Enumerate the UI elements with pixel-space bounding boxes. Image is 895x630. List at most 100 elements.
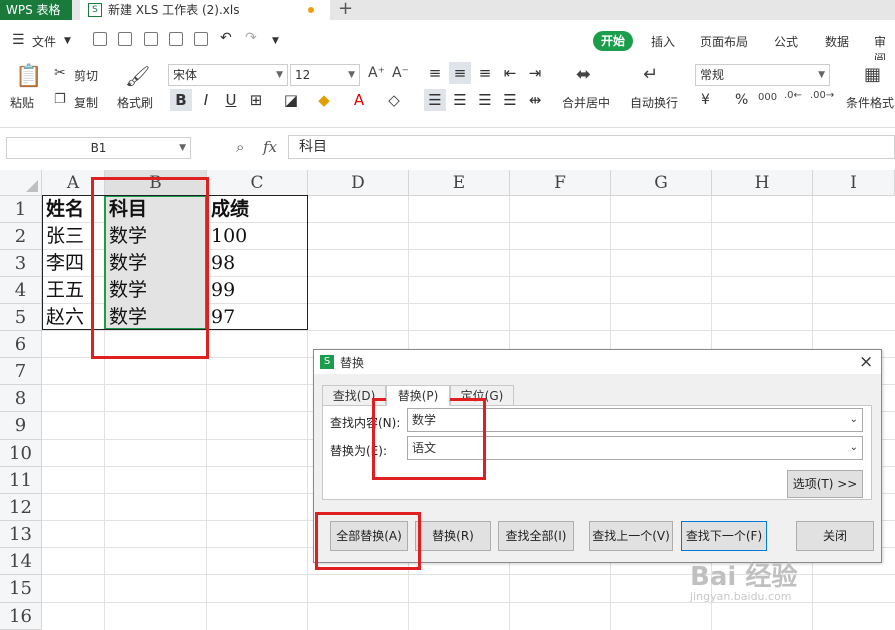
row-header-15[interactable]: 15 (0, 575, 42, 603)
number-format-select[interactable]: 常规 ▼ (695, 64, 830, 86)
customize-toolbar-icon[interactable]: ▼ (272, 36, 279, 46)
row-header-16[interactable]: 16 (0, 603, 42, 630)
app-tab-wps[interactable]: WPS 表格 (0, 0, 72, 20)
decrease-indent-icon[interactable]: ⇤ (499, 62, 521, 84)
select-all-corner[interactable] (0, 170, 42, 196)
conditional-format-button[interactable]: 条件格式 (846, 94, 894, 111)
row-header-4[interactable]: 4 (0, 277, 42, 304)
fill-color-icon[interactable]: ◆ (313, 89, 335, 111)
tab-start[interactable]: 开始 (593, 31, 633, 51)
paste-icon[interactable]: 📋 (15, 64, 42, 89)
column-header-a[interactable]: A (42, 170, 105, 196)
underline-button[interactable]: U (220, 89, 242, 111)
column-header-e[interactable]: E (409, 170, 510, 196)
options-button[interactable]: 选项(T) >> (787, 470, 863, 498)
find-all-button[interactable]: 查找全部(I) (498, 521, 574, 551)
cut-button[interactable]: 剪切 (74, 67, 98, 84)
column-header-f[interactable]: F (510, 170, 611, 196)
replace-input[interactable]: 语文 ⌄ (407, 436, 863, 460)
currency-button[interactable]: ¥ (701, 92, 710, 108)
chevron-down-icon[interactable]: ▼ (64, 36, 71, 46)
chevron-down-icon[interactable]: ⌄ (850, 409, 858, 431)
align-right-icon[interactable]: ☰ (474, 89, 496, 111)
row-header-1[interactable]: 1 (0, 196, 42, 223)
bold-button[interactable]: B (170, 89, 192, 111)
format-painter-icon[interactable]: 🖌 (125, 64, 150, 88)
formula-input[interactable]: 科目 (288, 135, 895, 159)
find-previous-button[interactable]: 查找上一个(V) (589, 521, 673, 551)
cell-c4[interactable]: 99 (207, 277, 308, 304)
replace-button[interactable]: 替换(R) (415, 521, 491, 551)
undo-icon[interactable]: ↶ (220, 30, 232, 46)
cell-b1[interactable]: 科目 (105, 196, 207, 223)
cell-a3[interactable]: 李四 (42, 250, 105, 277)
copy-button[interactable]: 复制 (74, 94, 98, 111)
row-header-12[interactable]: 12 (0, 494, 42, 521)
justify-icon[interactable]: ☰ (499, 89, 521, 111)
document-tab[interactable]: S 新建 XLS 工作表 (2).xls (80, 0, 330, 20)
replace-all-button[interactable]: 全部替换(A) (330, 521, 408, 551)
tab-formulas[interactable]: 公式 (774, 33, 798, 50)
chevron-down-icon[interactable]: ⌄ (850, 437, 858, 459)
tab-insert[interactable]: 插入 (651, 33, 675, 50)
export-icon[interactable] (144, 32, 158, 46)
row-header-6[interactable]: 6 (0, 331, 42, 358)
merge-center-button[interactable]: 合并居中 (562, 94, 610, 111)
close-icon[interactable]: × (859, 352, 873, 372)
column-header-c[interactable]: C (207, 170, 308, 196)
name-box[interactable]: B1 ▼ (6, 137, 191, 159)
merge-center-icon[interactable]: ⬌ (576, 64, 591, 85)
tab-goto[interactable]: 定位(G) (450, 385, 514, 406)
cell-a5[interactable]: 赵六 (42, 304, 105, 331)
tab-data[interactable]: 数据 (825, 33, 849, 50)
save-icon[interactable] (118, 32, 132, 46)
cell-c2[interactable]: 100 (207, 223, 308, 250)
font-size-select[interactable]: 12 ▼ (290, 64, 360, 86)
conditional-format-icon[interactable]: ▦ (864, 64, 881, 85)
row-header-10[interactable]: 10 (0, 440, 42, 467)
column-header-b[interactable]: B (105, 170, 207, 196)
italic-button[interactable]: I (195, 89, 217, 111)
new-tab-button[interactable]: + (338, 0, 356, 20)
row-header-8[interactable]: 8 (0, 385, 42, 412)
row-header-3[interactable]: 3 (0, 250, 42, 277)
cell-a4[interactable]: 王五 (42, 277, 105, 304)
row-header-7[interactable]: 7 (0, 358, 42, 385)
distributed-icon[interactable]: ⇹ (524, 89, 546, 111)
align-center-icon[interactable]: ☰ (449, 89, 471, 111)
cell-b3[interactable]: 数学 (105, 250, 207, 277)
align-middle-icon[interactable]: ≡ (449, 62, 471, 84)
cell-a1[interactable]: 姓名 (42, 196, 105, 223)
percent-button[interactable]: % (735, 92, 748, 108)
row-header-11[interactable]: 11 (0, 467, 42, 494)
file-menu[interactable]: 文件 (32, 33, 56, 50)
row-header-2[interactable]: 2 (0, 223, 42, 250)
paste-button[interactable]: 粘贴 (10, 94, 34, 111)
cell-c3[interactable]: 98 (207, 250, 308, 277)
redo-icon[interactable]: ↷ (245, 30, 257, 46)
increase-font-icon[interactable]: A⁺ (368, 65, 385, 81)
print-preview-icon[interactable] (194, 32, 208, 46)
column-header-d[interactable]: D (308, 170, 409, 196)
cell-a2[interactable]: 张三 (42, 223, 105, 250)
tab-replace[interactable]: 替换(P) (386, 385, 450, 406)
column-header-g[interactable]: G (611, 170, 712, 196)
format-painter-button[interactable]: 格式刷 (117, 94, 153, 111)
cell-b2[interactable]: 数学 (105, 223, 207, 250)
function-icon[interactable]: fx (263, 138, 277, 156)
align-left-icon[interactable]: ☰ (424, 89, 446, 111)
cell-c5[interactable]: 97 (207, 304, 308, 331)
borders-icon[interactable]: ⊞ (245, 89, 267, 111)
decrease-decimal-icon[interactable]: .00→ (810, 90, 834, 101)
cell-c1[interactable]: 成绩 (207, 196, 308, 223)
tab-find[interactable]: 查找(D) (322, 385, 386, 406)
wrap-text-button[interactable]: 自动换行 (630, 94, 678, 111)
font-name-select[interactable]: 宋体 ▼ (168, 64, 288, 86)
align-top-icon[interactable]: ≡ (424, 62, 446, 84)
print-icon[interactable] (169, 32, 183, 46)
row-header-9[interactable]: 9 (0, 412, 42, 440)
find-input[interactable]: 数学 ⌄ (407, 408, 863, 432)
column-header-h[interactable]: H (712, 170, 813, 196)
font-color-icon[interactable]: A (348, 89, 370, 111)
cell-style-icon[interactable]: ◪ (280, 89, 302, 111)
